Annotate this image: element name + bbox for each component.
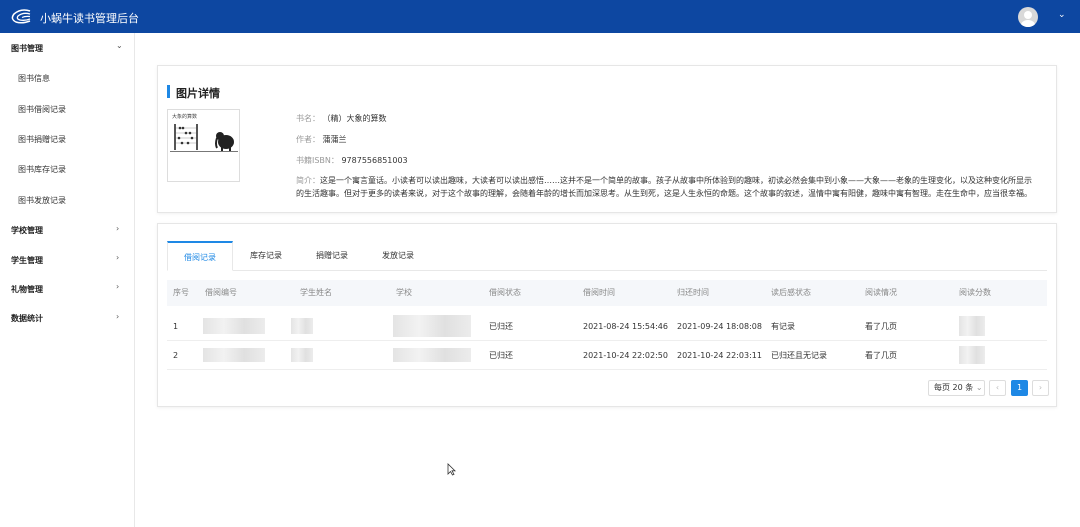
intro-row: 简介：这是一个寓言童话。小读者可以读出趣味，大读者可以读出感悟……这并不是一个简… xyxy=(296,174,1036,200)
prev-page-button[interactable]: ‹ xyxy=(989,380,1006,396)
book-detail-card: 图片详情 大象的算数 书名： （精）大象的算数 作者： 蒲蒲兰 书籍ISBN： … xyxy=(157,65,1057,213)
sidebar: 图书管理 ⌄ 图书信息 图书借阅记录 图书捐赠记录 图书库存记录 图书发放记录 … xyxy=(0,33,135,527)
tab-distribution-records[interactable]: 发放记录 xyxy=(365,241,431,271)
column-header: 阅读情况 xyxy=(865,288,897,297)
redacted-student-name xyxy=(291,318,313,334)
tab-borrow-records[interactable]: 借阅记录 xyxy=(167,241,233,271)
column-header: 借阅状态 xyxy=(489,288,521,297)
sidebar-group-student-management[interactable]: 学生管理 xyxy=(11,255,43,266)
avatar-icon[interactable] xyxy=(1018,7,1038,27)
chevron-down-icon: ⌄ xyxy=(975,383,983,392)
mouse-cursor-icon xyxy=(447,463,456,476)
redacted-borrow-id xyxy=(203,348,265,362)
borrow-status: 已归还 xyxy=(489,351,513,360)
redacted-reading-score xyxy=(959,316,985,336)
return-time: 2021-10-24 22:03:11 xyxy=(677,351,762,360)
author-row: 作者： 蒲蒲兰 xyxy=(296,134,347,145)
sidebar-group-school-management[interactable]: 学校管理 xyxy=(11,225,43,236)
next-page-button[interactable]: › xyxy=(1032,380,1049,396)
column-header: 阅读分数 xyxy=(959,288,991,297)
section-accent-bar xyxy=(167,85,170,98)
chevron-down-icon[interactable]: ⌄ xyxy=(1058,10,1066,20)
redacted-school xyxy=(393,348,471,362)
chevron-right-icon[interactable]: › xyxy=(116,312,119,321)
review-status: 已归还且无记录 xyxy=(771,351,827,360)
page-1-button[interactable]: 1 xyxy=(1011,380,1028,396)
borrow-time: 2021-10-24 22:02:50 xyxy=(583,351,668,360)
column-header: 学生姓名 xyxy=(300,288,332,297)
record-tabs: 借阅记录 库存记录 捐赠记录 发放记录 xyxy=(167,241,1047,271)
top-bar: 小蜗牛读书管理后台 ⌄ xyxy=(0,0,1080,33)
book-name-value: （精）大象的算数 xyxy=(322,114,387,123)
page-size-select[interactable]: 每页 20 条 ⌄ xyxy=(928,380,985,396)
author-label: 作者： xyxy=(296,135,320,144)
app-title: 小蜗牛读书管理后台 xyxy=(40,12,139,25)
review-status: 有记录 xyxy=(771,322,795,331)
isbn-value: 9787556851003 xyxy=(341,156,408,165)
book-cover-image: 大象的算数 xyxy=(167,109,240,182)
sidebar-group-book-management[interactable]: 图书管理 xyxy=(11,43,43,54)
column-header: 归还时间 xyxy=(677,288,709,297)
redacted-student-name xyxy=(291,348,313,362)
logo-icon xyxy=(11,9,31,24)
sidebar-item-borrow-records[interactable]: 图书借阅记录 xyxy=(18,104,66,115)
intro-value: 这是一个寓言童话。小读者可以读出趣味，大读者可以读出感悟……这并不是一个简单的故… xyxy=(296,176,1032,198)
column-header: 序号 xyxy=(173,288,189,297)
sidebar-group-gift-management[interactable]: 礼物管理 xyxy=(11,284,43,295)
return-time: 2021-09-24 18:08:08 xyxy=(677,322,762,331)
column-header: 学校 xyxy=(396,288,412,297)
chevron-right-icon[interactable]: › xyxy=(116,282,119,291)
redacted-reading-score xyxy=(959,346,985,364)
sidebar-item-donation-records[interactable]: 图书捐赠记录 xyxy=(18,134,66,145)
row-index: 1 xyxy=(173,322,179,331)
column-header: 读后感状态 xyxy=(771,288,811,297)
redacted-borrow-id xyxy=(203,318,265,334)
reading-status: 看了几页 xyxy=(865,351,897,360)
borrow-time: 2021-08-24 15:54:46 xyxy=(583,322,668,331)
table-row[interactable]: 1 已归还 2021-08-24 15:54:46 2021-09-24 18:… xyxy=(167,312,1047,341)
book-name-label: 书名： xyxy=(296,114,320,123)
table-header: 序号 借阅编号 学生姓名 学校 借阅状态 借阅时间 归还时间 读后感状态 阅读情… xyxy=(167,280,1047,306)
table-row[interactable]: 2 已归还 2021-10-24 22:02:50 2021-10-24 22:… xyxy=(167,341,1047,370)
sidebar-item-distribution-records[interactable]: 图书发放记录 xyxy=(18,195,66,206)
section-title: 图片详情 xyxy=(176,87,220,100)
isbn-label: 书籍ISBN： xyxy=(296,156,339,165)
sidebar-group-statistics[interactable]: 数据统计 xyxy=(11,313,43,324)
chevron-right-icon[interactable]: › xyxy=(116,224,119,233)
book-name-row: 书名： （精）大象的算数 xyxy=(296,113,387,124)
abacus-elephant-illustration xyxy=(170,124,238,152)
tab-inventory-records[interactable]: 库存记录 xyxy=(233,241,299,271)
chevron-right-icon[interactable]: › xyxy=(116,253,119,262)
intro-label: 简介： xyxy=(296,176,320,185)
reading-status: 看了几页 xyxy=(865,322,897,331)
sidebar-item-book-info[interactable]: 图书信息 xyxy=(18,73,50,84)
borrow-status: 已归还 xyxy=(489,322,513,331)
isbn-row: 书籍ISBN： 9787556851003 xyxy=(296,155,408,166)
sidebar-item-inventory-records[interactable]: 图书库存记录 xyxy=(18,164,66,175)
main-content: 图片详情 大象的算数 书名： （精）大象的算数 作者： 蒲蒲兰 书籍ISBN： … xyxy=(135,33,1080,527)
redacted-school xyxy=(393,315,471,337)
chevron-down-icon[interactable]: ⌄ xyxy=(116,41,123,50)
column-header: 借阅编号 xyxy=(205,288,237,297)
tab-donation-records[interactable]: 捐赠记录 xyxy=(299,241,365,271)
records-card: 借阅记录 库存记录 捐赠记录 发放记录 序号 借阅编号 学生姓名 学校 借阅状态… xyxy=(157,223,1057,407)
column-header: 借阅时间 xyxy=(583,288,615,297)
page-size-label: 每页 20 条 xyxy=(934,383,974,392)
author-value: 蒲蒲兰 xyxy=(322,135,347,144)
row-index: 2 xyxy=(173,351,179,360)
